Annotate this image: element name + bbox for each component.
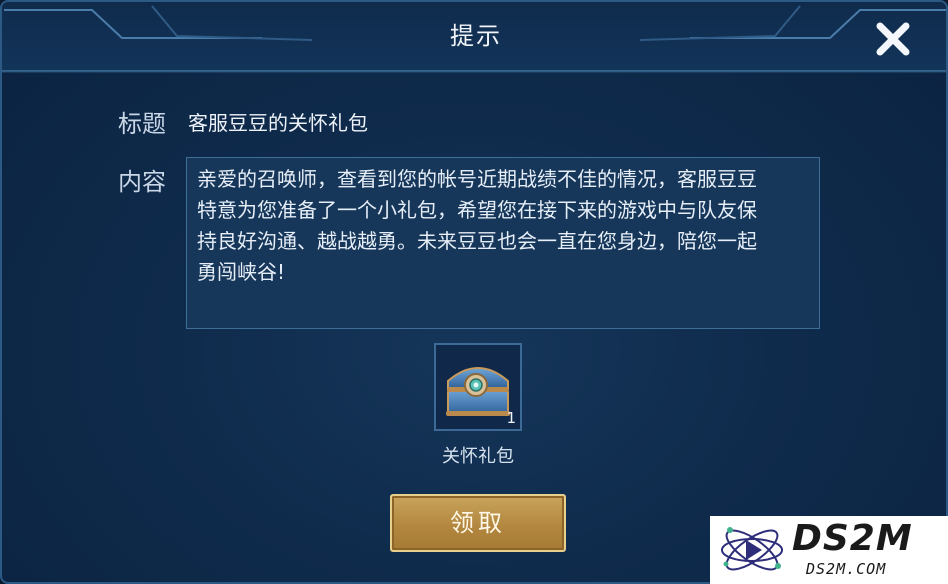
close-button[interactable] (868, 14, 918, 64)
watermark-brand: DS2M (792, 518, 913, 559)
watermark-logo: DS2M DS2M.COM (710, 516, 948, 584)
dialog-title: 提示 (450, 22, 502, 50)
close-icon (876, 22, 910, 56)
mail-subject: 客服豆豆的关怀礼包 (188, 111, 368, 135)
content-line: 特意为您准备了一个小礼包，希望您在接下来的游戏中与队友保 (197, 198, 757, 222)
watermark-domain: DS2M.COM (806, 560, 887, 578)
atom-logo-icon (721, 527, 783, 571)
title-field-label: 标题 (118, 110, 166, 138)
content-line: 持良好沟通、越战越勇。未来豆豆也会一直在您身边，陪您一起 (197, 229, 757, 253)
content-field-label: 内容 (118, 168, 166, 196)
content-line: 勇闯峡谷! (197, 260, 286, 284)
content-line: 亲爱的召唤师，查看到您的帐号近期战绩不佳的情况，客服豆豆 (197, 167, 757, 191)
reward-item-label: 关怀礼包 (442, 446, 514, 467)
item-count: 1 (506, 409, 516, 427)
reward-item-slot[interactable]: 1 (434, 343, 522, 431)
mail-content-box: 亲爱的召唤师，查看到您的帐号近期战绩不佳的情况，客服豆豆 特意为您准备了一个小礼… (186, 157, 820, 329)
claim-button[interactable]: 领取 (390, 494, 566, 552)
notice-dialog: 提示 标题 客服豆豆的关怀礼包 内容 亲爱的召唤师，查看到您的帐号近期战绩不佳的… (0, 0, 948, 584)
